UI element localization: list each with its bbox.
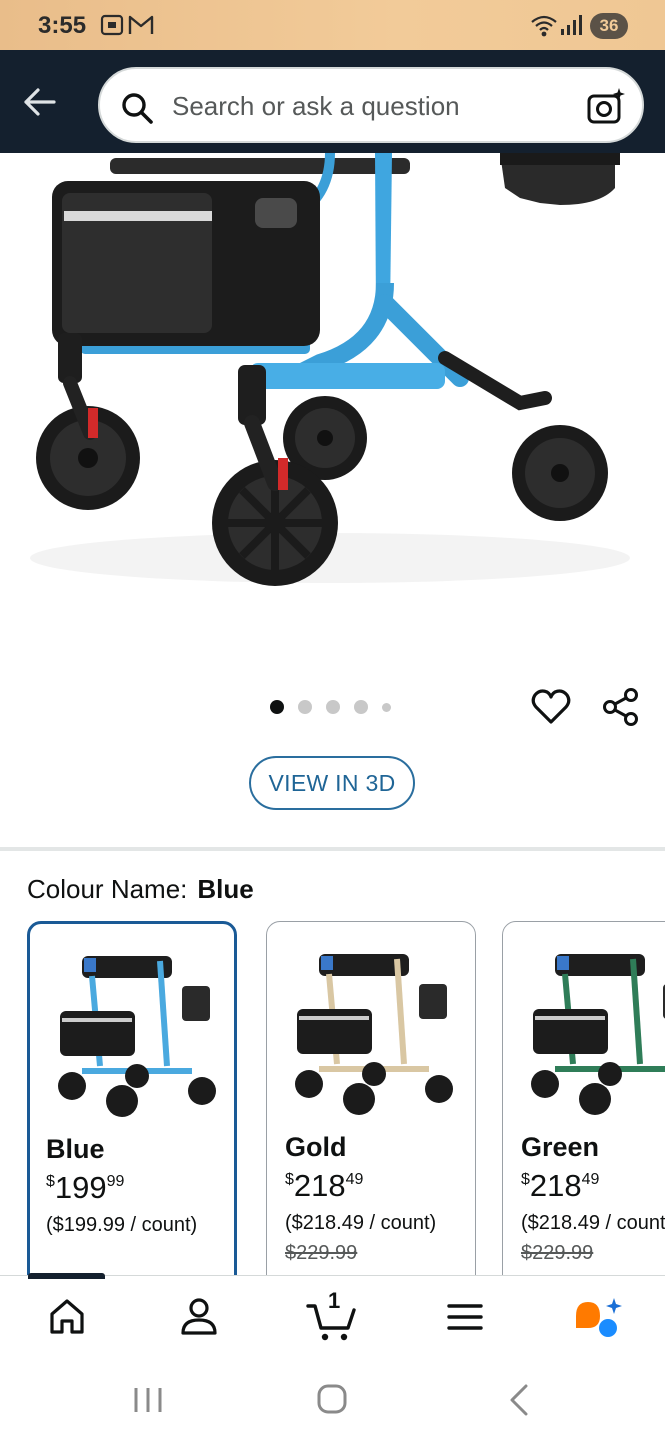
nav-home[interactable] xyxy=(44,1294,94,1342)
gmail-icon xyxy=(128,14,154,41)
search-icon xyxy=(120,91,154,125)
home-icon xyxy=(50,1299,84,1334)
product-image[interactable] xyxy=(0,153,665,673)
nav-menu[interactable] xyxy=(442,1294,492,1342)
account-icon xyxy=(181,1298,217,1335)
rufus-ai-icon xyxy=(576,1298,622,1337)
colour-name-value: Blue xyxy=(197,874,254,904)
search-input[interactable]: Search or ask a question xyxy=(98,67,644,143)
colour-option-unit-price: ($218.49 / count) xyxy=(521,1212,665,1234)
colour-option-price: $21849 xyxy=(285,1168,364,1203)
active-tab-indicator xyxy=(28,1273,105,1279)
nav-account[interactable] xyxy=(176,1294,226,1342)
colour-option-blue[interactable]: Blue $19999 ($199.99 / count) xyxy=(27,921,237,1301)
view-in-3d-button[interactable]: VIEW IN 3D xyxy=(249,756,415,810)
heart-icon xyxy=(531,689,571,724)
colour-option-list-price: $229.99 xyxy=(521,1242,594,1264)
wishlist-button[interactable] xyxy=(530,686,572,728)
recent-apps-button[interactable] xyxy=(128,1382,168,1418)
colour-option-gold[interactable]: Gold $21849 ($218.49 / count) $229.99 xyxy=(266,921,476,1301)
colour-option-unit-price: ($199.99 / count) xyxy=(46,1214,198,1236)
carousel-dot[interactable] xyxy=(270,700,284,714)
share-icon xyxy=(603,688,638,726)
colour-option-thumbnail xyxy=(279,934,459,1119)
colour-option-name: Green xyxy=(521,1132,600,1162)
system-navigation-bar xyxy=(0,1360,665,1440)
colour-option-price: $21849 xyxy=(521,1168,600,1203)
home-system-button[interactable] xyxy=(312,1382,352,1418)
cart-count-badge: 1 xyxy=(328,1288,341,1313)
product-page: 3:55 36 Search or ask a question VIEW IN… xyxy=(0,0,665,1440)
colour-name-label: Colour Name: xyxy=(27,874,188,904)
back-arrow-icon xyxy=(24,88,56,116)
carousel-dot[interactable] xyxy=(382,702,391,712)
carousel-dot[interactable] xyxy=(326,700,340,714)
wifi-icon xyxy=(530,14,558,43)
recent-apps-icon xyxy=(134,1388,162,1412)
back-system-button[interactable] xyxy=(500,1382,540,1418)
screenshot-icon xyxy=(100,14,124,41)
menu-icon xyxy=(447,1304,483,1330)
colour-option-green[interactable]: Green $21849 ($218.49 / count) $229.99 xyxy=(502,921,665,1301)
colour-option-price: $19999 xyxy=(46,1170,125,1205)
signal-icon xyxy=(560,14,582,41)
colour-option-thumbnail xyxy=(42,936,222,1121)
camera-search-icon[interactable] xyxy=(586,87,626,127)
chevron-left-icon xyxy=(510,1384,528,1416)
colour-option-list-price: $229.99 xyxy=(285,1242,358,1264)
colour-option-name: Gold xyxy=(285,1132,347,1162)
nav-rufus[interactable] xyxy=(572,1294,622,1342)
image-carousel-dots[interactable] xyxy=(270,700,391,714)
battery-indicator: 36 xyxy=(590,13,628,39)
colour-option-name: Blue xyxy=(46,1134,105,1164)
nav-cart[interactable]: 1 xyxy=(306,1288,362,1342)
carousel-dot[interactable] xyxy=(298,700,312,714)
home-circle-icon xyxy=(317,1384,347,1414)
colour-option-thumbnail xyxy=(515,934,665,1119)
carousel-dot[interactable] xyxy=(354,700,368,714)
colour-option-unit-price: ($218.49 / count) xyxy=(285,1212,437,1234)
search-placeholder: Search or ask a question xyxy=(172,91,460,121)
share-button[interactable] xyxy=(600,686,642,728)
status-time: 3:55 xyxy=(38,12,87,39)
colour-name-row: Colour Name: Blue xyxy=(27,874,254,905)
bottom-navigation: 1 xyxy=(0,1275,665,1360)
search-header: Search or ask a question xyxy=(0,50,665,153)
back-button[interactable] xyxy=(20,82,60,122)
section-divider xyxy=(0,847,665,851)
status-bar: 3:55 36 xyxy=(0,0,665,50)
